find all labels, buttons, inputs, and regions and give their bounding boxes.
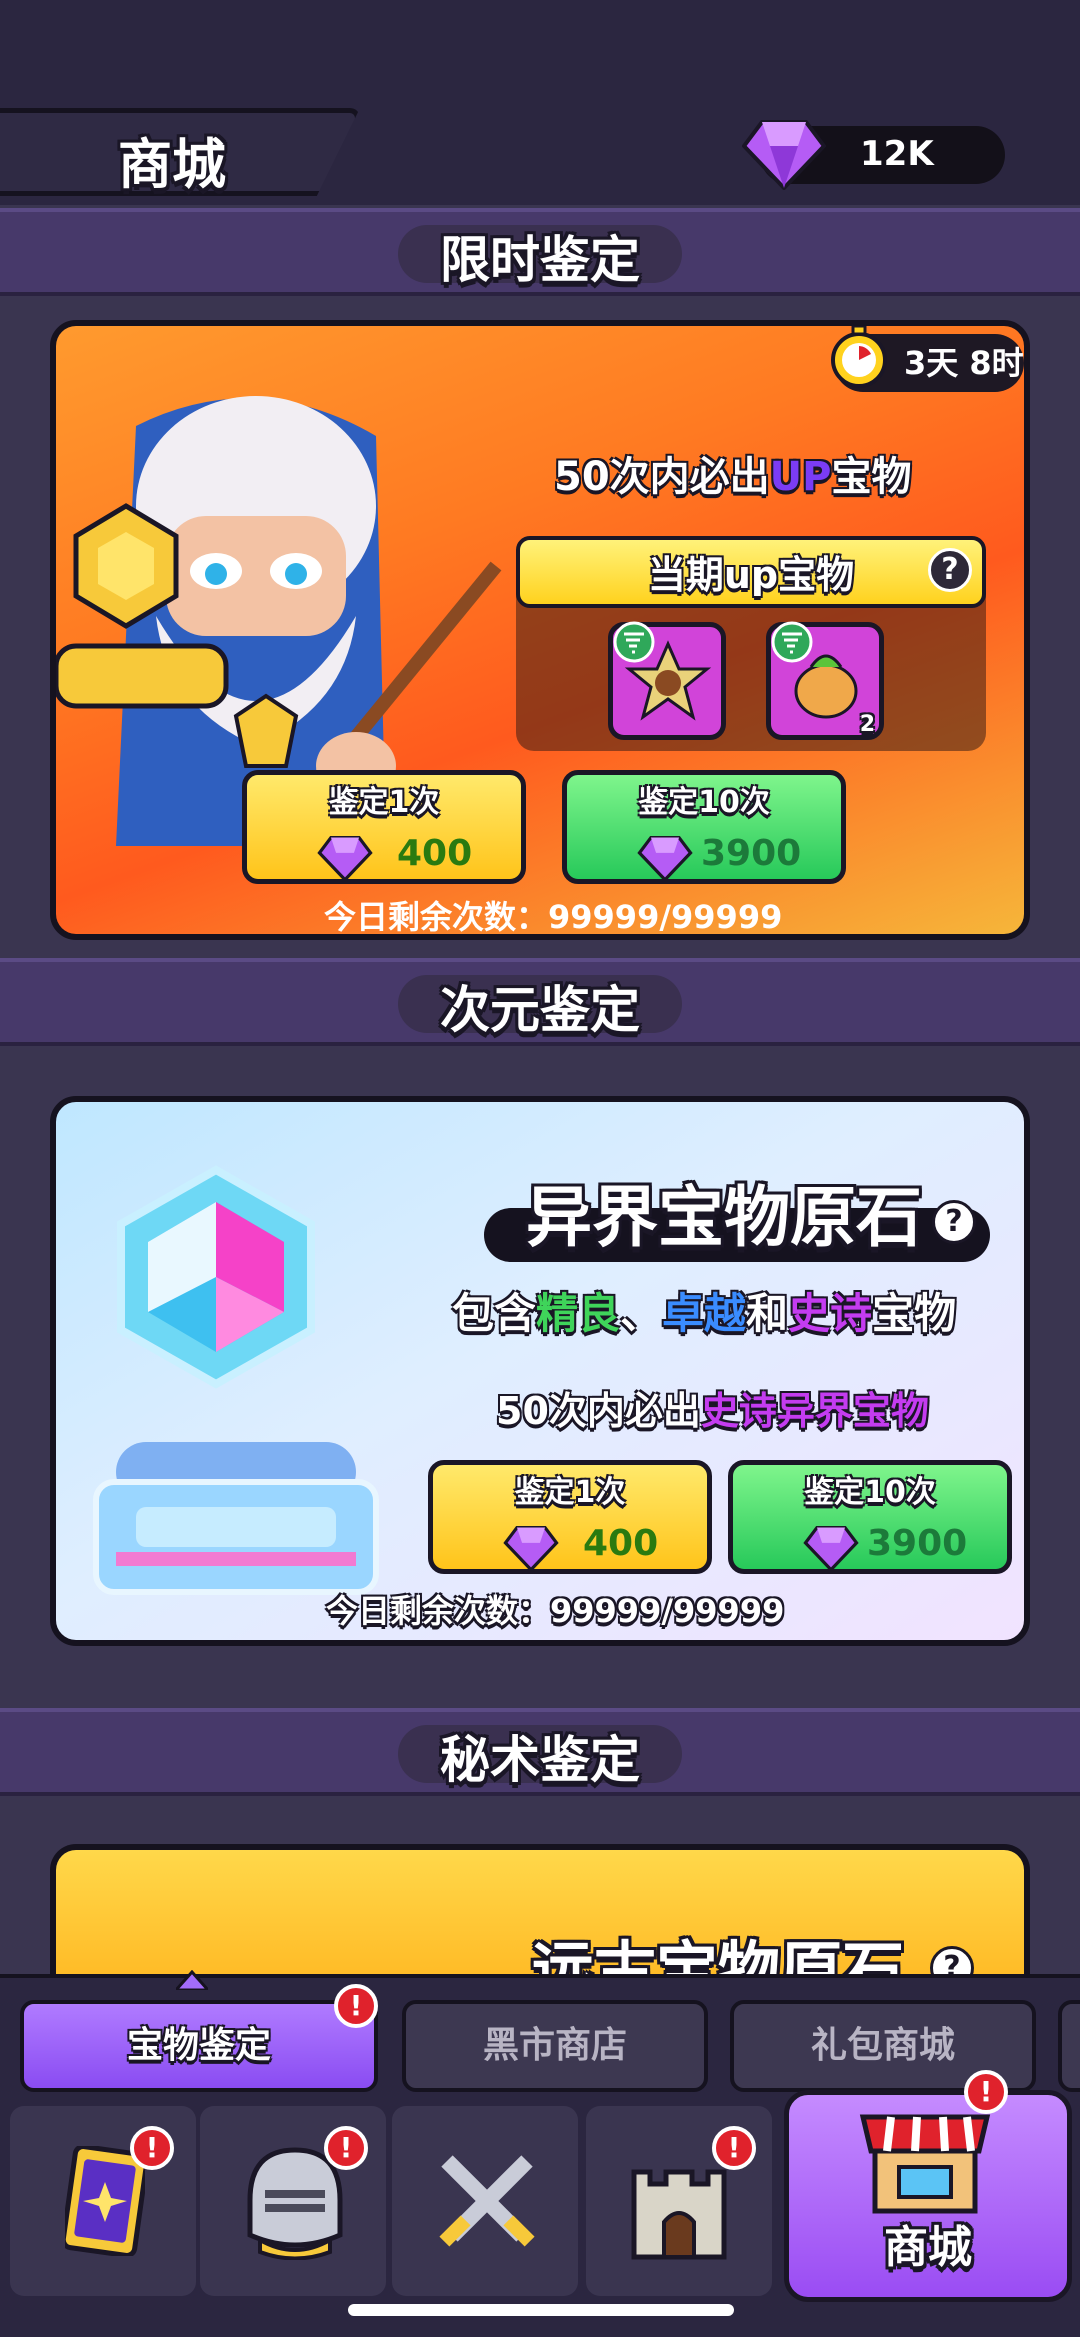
button-label: 鉴定10次 [638,785,770,820]
gem-count: 12K [860,134,934,174]
gem-icon [317,835,373,881]
section-title-limited: 限时鉴定 [440,231,640,289]
help-icon[interactable]: ? [928,548,972,592]
tab-treasure-appraisal[interactable]: 宝物鉴定 [20,2000,378,2092]
button-label: 鉴定10次 [804,1475,936,1510]
remaining-count: 今日剩余次数：99999/99999 [326,1592,785,1630]
alert-badge: ! [324,2126,368,2170]
button-price: 400 [583,1523,659,1564]
stone-description: 包含精良、卓越和史诗宝物 [452,1289,957,1338]
gem-icon [503,1525,559,1571]
button-price: 3900 [701,833,802,874]
up-guarantee-text: 50次内必出UP宝物 [554,454,912,500]
button-price: 3900 [867,1523,968,1564]
button-label: 鉴定1次 [328,785,440,820]
nav-battle[interactable] [392,2106,578,2296]
tab-black-market[interactable]: 黑市商店 [402,2000,708,2092]
remaining-count: 今日剩余次数：99999/99999 [324,898,783,936]
up-items-title: 当期up宝物 [647,553,855,597]
home-indicator[interactable] [348,2304,734,2316]
section-title-arcane: 秘术鉴定 [440,1731,640,1789]
gem-icon [803,1525,859,1571]
tornado-icon [771,621,813,663]
gem-icon [637,835,693,881]
card-icon [65,2146,145,2256]
dimension-draw-10-button[interactable]: 鉴定10次 3900 [728,1460,1012,1574]
limited-draw-1-button[interactable]: 鉴定1次 400 [242,770,526,884]
stone-guarantee-text: 50次内必出史诗异界宝物 [496,1389,929,1433]
crossed-swords-icon [439,2155,535,2247]
nav-shop-label: 商城 [884,2222,972,2273]
alert-badge: ! [334,1984,378,2028]
dimension-card: 异界宝物原石 ? 包含精良、卓越和史诗宝物 50次内必出史诗异界宝物 鉴定1次 … [50,1096,1030,1646]
page-title: 商城 [118,133,226,196]
limited-card: 3天 8时 50次内必出UP宝物 当期up宝物 ? 2 鉴定1次 400 鉴定1… [50,320,1030,940]
tab-pointer-icon [176,1970,208,1990]
button-label: 鉴定1次 [514,1475,626,1510]
tab-more[interactable] [1058,2000,1080,2092]
dimension-draw-1-button[interactable]: 鉴定1次 400 [428,1460,712,1574]
timer-text: 3天 8时 [904,344,1024,382]
button-price: 400 [397,833,473,874]
crystal-stone-icon [117,1165,315,1389]
section-title-dimension: 次元鉴定 [440,981,640,1039]
item-count: 2 [859,712,875,737]
gem-icon [742,120,826,190]
stone-title: 异界宝物原石 [526,1179,922,1256]
alert-badge: ! [130,2126,174,2170]
help-icon[interactable]: ? [932,1200,976,1244]
limited-draw-10-button[interactable]: 鉴定10次 3900 [562,770,846,884]
shop-stall-icon [859,2114,991,2214]
tornado-icon [613,621,655,663]
alert-badge: ! [964,2070,1008,2114]
stopwatch-icon [831,326,887,388]
alert-badge: ! [712,2126,756,2170]
nav-shop[interactable]: 商城 [784,2090,1072,2302]
